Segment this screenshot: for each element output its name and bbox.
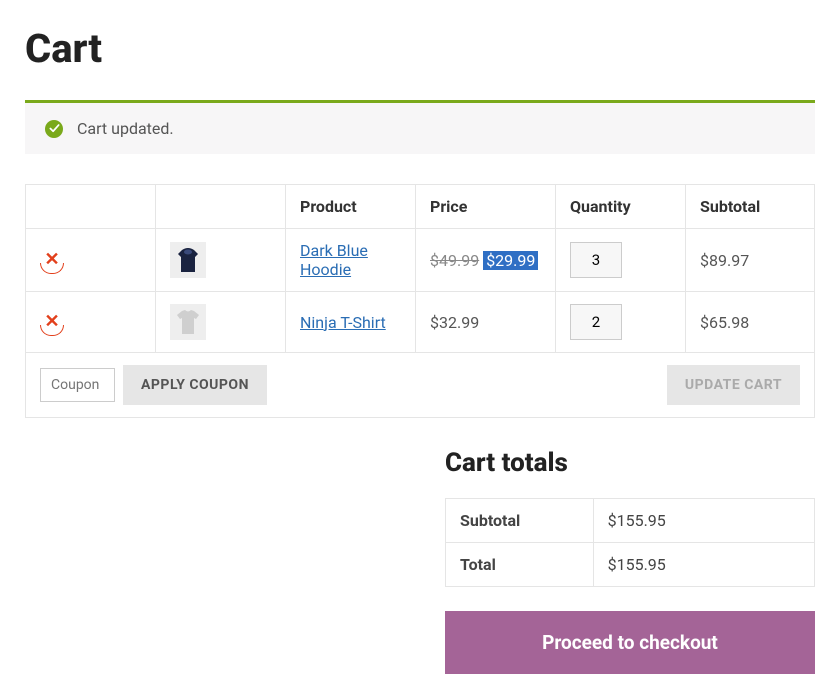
hoodie-icon — [176, 246, 200, 274]
header-remove — [26, 185, 156, 229]
tshirt-icon — [176, 308, 200, 336]
price-cell: $32.99 — [416, 292, 556, 353]
row-subtotal: $65.98 — [686, 292, 815, 353]
header-price: Price — [416, 185, 556, 229]
cart-totals: Cart totals Subtotal $155.95 Total $155.… — [445, 448, 815, 674]
proceed-to-checkout-button[interactable]: Proceed to checkout — [445, 611, 815, 674]
cart-totals-heading: Cart totals — [445, 448, 815, 478]
header-product: Product — [286, 185, 416, 229]
product-thumbnail[interactable] — [170, 304, 206, 340]
update-cart-button[interactable]: Update Cart — [667, 365, 800, 405]
close-icon: ✕ — [44, 251, 59, 269]
sale-price: $29.99 — [483, 251, 538, 270]
price-cell: $49.99$29.99 — [416, 229, 556, 292]
remove-button[interactable]: ✕ — [40, 310, 64, 334]
cart-updated-notice: Cart updated. — [25, 100, 815, 154]
total-value: $155.95 — [593, 543, 814, 587]
cart-table: Product Price Quantity Subtotal ✕ — [25, 184, 815, 418]
header-quantity: Quantity — [556, 185, 686, 229]
totals-table: Subtotal $155.95 Total $155.95 — [445, 498, 815, 587]
subtotal-label: Subtotal — [446, 499, 594, 543]
page-title: Cart — [25, 25, 815, 72]
actions-row: Apply Coupon Update Cart — [26, 353, 815, 418]
product-link[interactable]: Ninja T-Shirt — [300, 313, 386, 332]
notice-message: Cart updated. — [77, 119, 174, 138]
product-link[interactable]: Dark Blue Hoodie — [300, 241, 368, 279]
quantity-input[interactable] — [570, 304, 622, 340]
check-icon — [45, 120, 63, 138]
table-row: ✕ Dark Blue Hoodie $49.99$29.99 — [26, 229, 815, 292]
table-row: ✕ Ninja T-Shirt $32.99 $65.98 — [26, 292, 815, 353]
product-thumbnail[interactable] — [170, 242, 206, 278]
remove-button[interactable]: ✕ — [40, 248, 64, 272]
header-thumb — [156, 185, 286, 229]
coupon-input[interactable] — [40, 368, 115, 402]
total-label: Total — [446, 543, 594, 587]
apply-coupon-button[interactable]: Apply Coupon — [123, 365, 267, 405]
header-subtotal: Subtotal — [686, 185, 815, 229]
quantity-input[interactable] — [570, 242, 622, 278]
row-subtotal: $89.97 — [686, 229, 815, 292]
original-price: $49.99 — [430, 251, 479, 270]
close-icon: ✕ — [44, 313, 59, 331]
subtotal-value: $155.95 — [593, 499, 814, 543]
